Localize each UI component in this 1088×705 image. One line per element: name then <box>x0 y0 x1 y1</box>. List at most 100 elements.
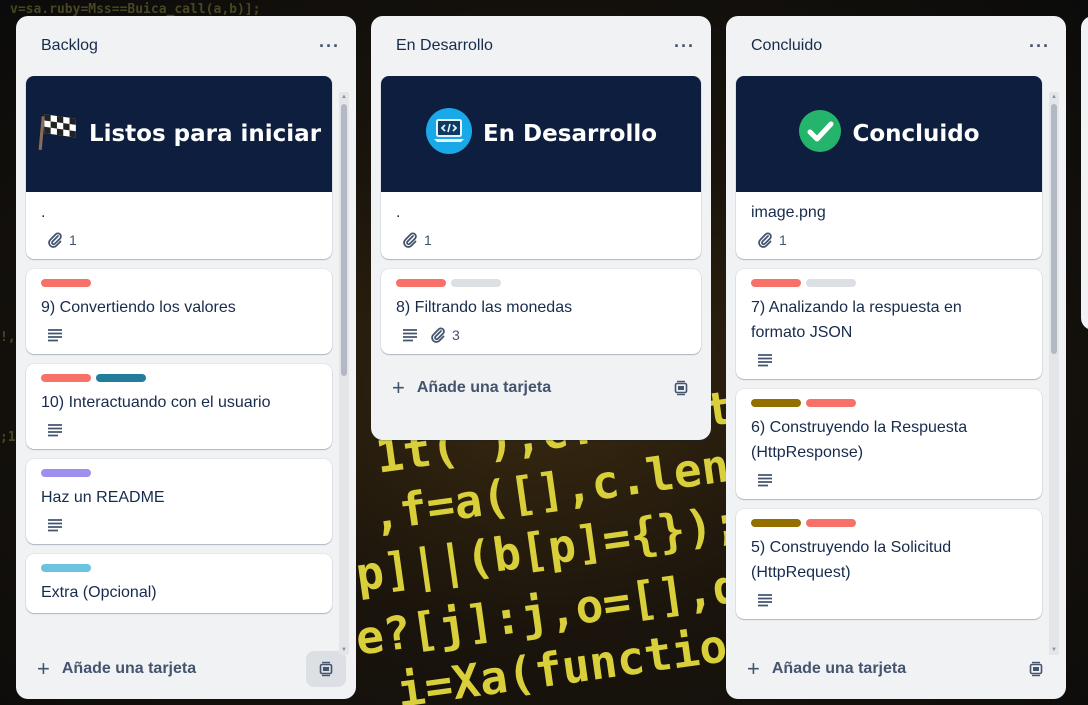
create-from-template-button[interactable] <box>661 370 701 406</box>
card[interactable]: Extra (Opcional) <box>26 554 332 613</box>
list-footer: + Añade una tarjeta <box>371 364 711 412</box>
scroll-down-arrow[interactable]: ▼ <box>1049 647 1059 653</box>
description-icon <box>758 474 772 487</box>
card-title: 9) Convertiendo los valores <box>41 299 236 316</box>
list-footer: + Añade una tarjeta <box>16 639 356 699</box>
attachment-badge: 1 <box>402 232 432 248</box>
list-menu-button[interactable]: ··· <box>674 37 695 55</box>
card-title: . <box>396 204 401 221</box>
card[interactable]: 5) Construyendo la Solicitud (HttpReques… <box>736 509 1042 619</box>
label-purple[interactable] <box>41 469 91 477</box>
card-title-line: formato JSON <box>751 324 853 341</box>
label-teal[interactable] <box>96 374 146 382</box>
card-container: Concluido image.png 1 7) Analizando la r… <box>726 76 1066 639</box>
card-title: 8) Filtrando las monedas <box>396 299 573 316</box>
card-title: 7) Analizando la respuesta en formato JS… <box>751 295 1027 345</box>
plus-icon: + <box>37 656 50 681</box>
list-title[interactable]: Concluido <box>751 37 822 55</box>
card-cover-image: Concluido <box>736 76 1042 192</box>
card[interactable]: 7) Analizando la respuesta en formato JS… <box>736 269 1042 379</box>
label-yellow[interactable] <box>751 519 801 527</box>
list-title[interactable]: En Desarrollo <box>396 37 493 55</box>
label-red[interactable] <box>41 374 91 382</box>
checkered-flag-icon <box>37 110 79 158</box>
card[interactable]: 8) Filtrando las monedas 3 <box>381 269 701 354</box>
add-card-button[interactable]: + Añade una tarjeta <box>747 658 906 680</box>
card-cover-image: En Desarrollo <box>381 76 701 192</box>
scroll-down-arrow[interactable]: ▼ <box>339 647 349 653</box>
list-en-desarrollo: En Desarrollo ··· En Desarrollo . 1 8) F… <box>371 16 711 440</box>
description-icon <box>48 329 62 342</box>
card-title-line: 7) Analizando la respuesta en <box>751 299 962 316</box>
label-gray[interactable] <box>806 279 856 287</box>
card[interactable]: Haz un README <box>26 459 332 544</box>
label-red[interactable] <box>806 399 856 407</box>
list-footer: + Añade una tarjeta <box>726 639 1066 699</box>
list-header: Backlog ··· <box>16 16 356 76</box>
add-card-label: Añade una tarjeta <box>61 660 197 677</box>
attachment-count: 3 <box>452 327 460 343</box>
attachment-badge: 3 <box>430 327 460 343</box>
card[interactable]: 9) Convertiendo los valores <box>26 269 332 354</box>
attachment-badge: 1 <box>757 232 787 248</box>
card-cover[interactable]: Concluido image.png 1 <box>736 76 1042 259</box>
card-title: 6) Construyendo la Respuesta (HttpRespon… <box>751 415 1027 465</box>
cover-title: Concluido <box>852 121 980 147</box>
add-card-label: Añade una tarjeta <box>416 379 552 396</box>
card-title: image.png <box>751 204 826 221</box>
add-card-label: Añade una tarjeta <box>771 660 907 677</box>
laptop-code-icon <box>425 107 473 161</box>
list-header: Concluido ··· <box>726 16 1066 76</box>
description-icon <box>758 594 772 607</box>
template-icon <box>319 661 333 677</box>
card-cover[interactable]: En Desarrollo . 1 <box>381 76 701 259</box>
card[interactable]: 10) Interactuando con el usuario <box>26 364 332 449</box>
card-title: 5) Construyendo la Solicitud (HttpReques… <box>751 535 1027 585</box>
card-title-line: (HttpRequest) <box>751 564 851 581</box>
paperclip-icon <box>403 232 417 248</box>
list-concluido: Concluido ··· Concluido image.png 1 7) A… <box>726 16 1066 699</box>
add-card-button[interactable]: + Añade una tarjeta <box>37 658 196 680</box>
card-cover[interactable]: Listos para iniciar . 1 <box>26 76 332 259</box>
paperclip-icon <box>758 232 772 248</box>
card-title-line: 6) Construyendo la Respuesta <box>751 419 968 436</box>
plus-icon: + <box>392 375 405 400</box>
card[interactable]: 6) Construyendo la Respuesta (HttpRespon… <box>736 389 1042 499</box>
label-red[interactable] <box>396 279 446 287</box>
scroll-up-arrow[interactable]: ▲ <box>1049 94 1059 100</box>
label-red[interactable] <box>41 279 91 287</box>
label-gray[interactable] <box>451 279 501 287</box>
template-icon <box>1029 661 1043 677</box>
scrollbar-thumb[interactable] <box>1051 104 1057 354</box>
cover-title: Listos para iniciar <box>88 121 322 147</box>
list-header: En Desarrollo ··· <box>371 16 711 76</box>
card-container: Listos para iniciar . 1 9) Convertiendo … <box>16 76 356 639</box>
create-from-template-button[interactable] <box>1016 651 1056 687</box>
paperclip-icon <box>431 327 445 343</box>
list-title[interactable]: Backlog <box>41 37 98 55</box>
list-menu-button[interactable]: ··· <box>319 37 340 55</box>
scroll-up-arrow[interactable]: ▲ <box>339 94 349 100</box>
label-sky[interactable] <box>41 564 91 572</box>
template-icon <box>674 380 688 396</box>
list-partial-next[interactable] <box>1081 16 1088 330</box>
label-yellow[interactable] <box>751 399 801 407</box>
check-circle-icon <box>798 109 842 159</box>
plus-icon: + <box>747 656 760 681</box>
list-scrollbar[interactable]: ▲ ▼ <box>1049 92 1059 655</box>
card-title: 10) Interactuando con el usuario <box>41 394 271 411</box>
add-card-button[interactable]: + Añade una tarjeta <box>392 377 551 399</box>
cover-title: En Desarrollo <box>482 121 658 147</box>
scrollbar-thumb[interactable] <box>341 104 347 376</box>
card-title-line: (HttpResponse) <box>751 444 864 461</box>
card-title: Extra (Opcional) <box>41 584 157 601</box>
label-red[interactable] <box>806 519 856 527</box>
card-title: . <box>41 204 46 221</box>
create-from-template-button[interactable] <box>306 651 346 687</box>
attachment-count: 1 <box>779 232 787 248</box>
attachment-badge: 1 <box>47 232 77 248</box>
description-icon <box>403 329 417 342</box>
label-red[interactable] <box>751 279 801 287</box>
list-scrollbar[interactable]: ▲ ▼ <box>339 92 349 655</box>
list-menu-button[interactable]: ··· <box>1029 37 1050 55</box>
